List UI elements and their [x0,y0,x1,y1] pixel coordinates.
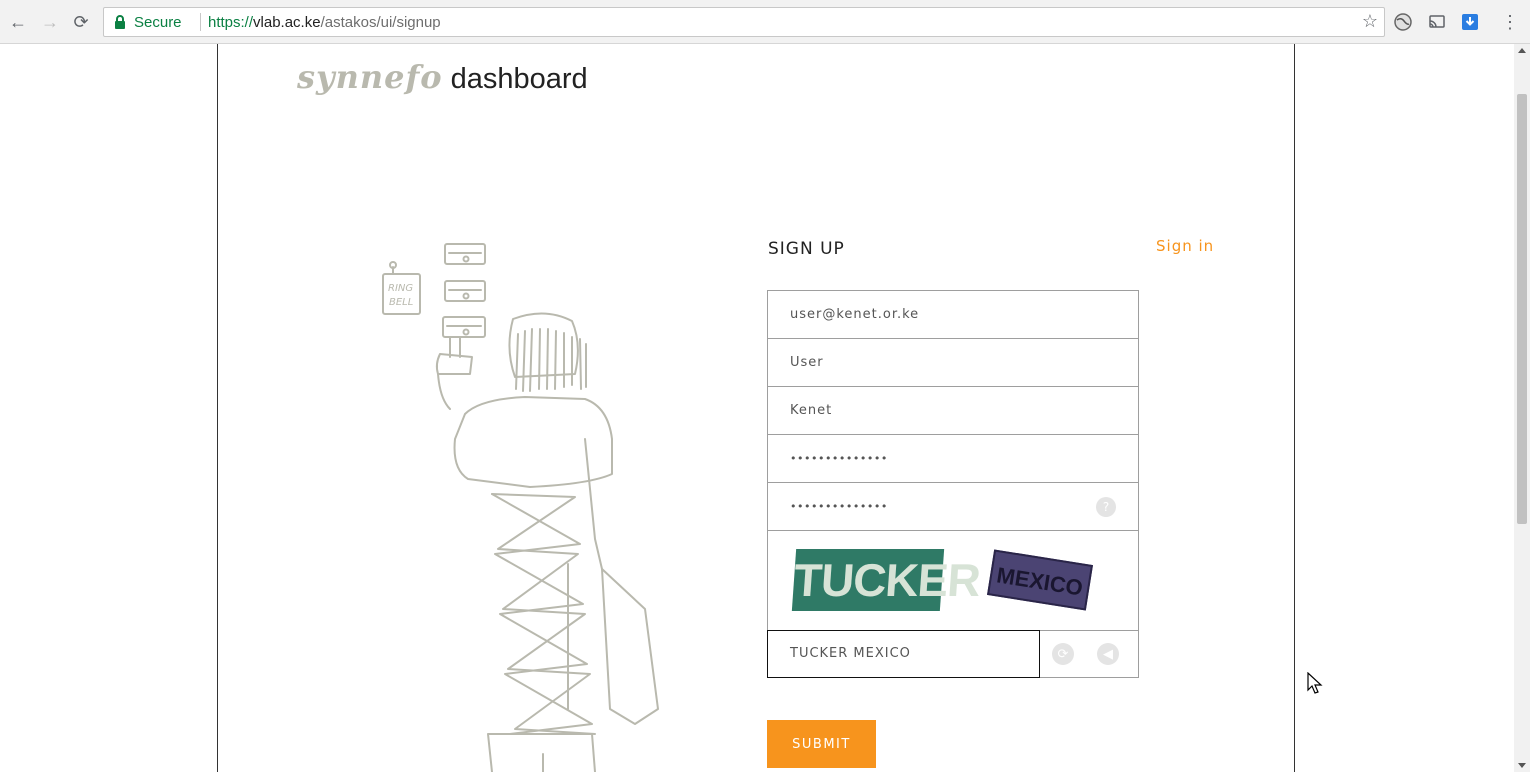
content-border-right [1294,44,1295,772]
url-path: /astakos/ui/signup [320,14,441,31]
captcha-audio-icon[interactable]: ◀ [1097,643,1119,665]
signup-title: SIGN UP [768,239,845,259]
captcha-input[interactable]: TUCKER MEXICO [767,630,1040,678]
address-bar[interactable]: Secure https://vlab.ac.ke/astakos/ui/sig… [103,7,1385,37]
extension-globe-icon[interactable] [1393,12,1413,32]
email-field[interactable]: user@kenet.or.ke [767,290,1139,339]
captcha-row: TUCKER MEXICO ⟳ ◀ [767,630,1139,678]
password-value: •••••••••••••• [790,452,888,465]
forward-icon[interactable]: → [40,12,60,32]
logo-mark: synnefo [297,58,443,96]
last-name-field[interactable]: Kenet [767,386,1139,435]
password-confirm-field[interactable]: •••••••••••••• ? [767,482,1139,531]
scroll-down-arrow-icon[interactable] [1518,763,1526,768]
cast-icon[interactable] [1427,12,1447,32]
first-name-field[interactable]: User [767,338,1139,387]
browser-toolbar: ← → ⟳ Secure https://vlab.ac.ke/astakos/… [0,0,1530,44]
back-icon[interactable]: ← [8,12,28,32]
mouse-cursor-icon [1307,672,1323,694]
scroll-up-arrow-icon[interactable] [1518,48,1526,53]
page-content: synnefo dashboard RING BELL SIGN UP Sign… [0,44,1514,772]
vertical-scrollbar[interactable] [1514,44,1530,772]
secure-label: Secure [134,14,182,31]
submit-button[interactable]: SUBMIT [767,720,876,768]
password-field[interactable]: •••••••••••••• [767,434,1139,483]
url-scheme: https:// [208,14,254,31]
signin-link[interactable]: Sign in [1156,237,1214,255]
svg-text:BELL: BELL [389,297,413,308]
svg-text:RING: RING [388,283,413,294]
password-confirm-value: •••••••••••••• [790,500,888,513]
address-separator [200,13,201,31]
person-ringing-bell-illustration: RING BELL [382,243,659,772]
url-host: vlab.ac.ke [253,14,321,31]
scrollbar-thumb[interactable] [1517,94,1527,524]
download-extension-icon[interactable] [1460,12,1480,32]
captcha-refresh-icon[interactable]: ⟳ [1052,643,1074,665]
captcha-image: TUCKER MEXICO [767,530,1139,631]
url-text[interactable]: https://vlab.ac.ke/astakos/ui/signup [208,14,441,31]
help-icon[interactable]: ? [1096,497,1116,517]
captcha-word-1: TUCKER [791,549,981,611]
captcha-word-2: MEXICO [987,549,1093,611]
bookmark-star-icon[interactable]: ☆ [1362,11,1378,32]
lock-icon [115,15,125,29]
content-border-left [217,44,218,772]
logo-text: dashboard [450,63,588,95]
brand-logo[interactable]: synnefo dashboard [297,58,588,96]
reload-icon[interactable]: ⟳ [71,12,91,32]
menu-kebab-icon[interactable]: ⋮ [1500,12,1520,32]
